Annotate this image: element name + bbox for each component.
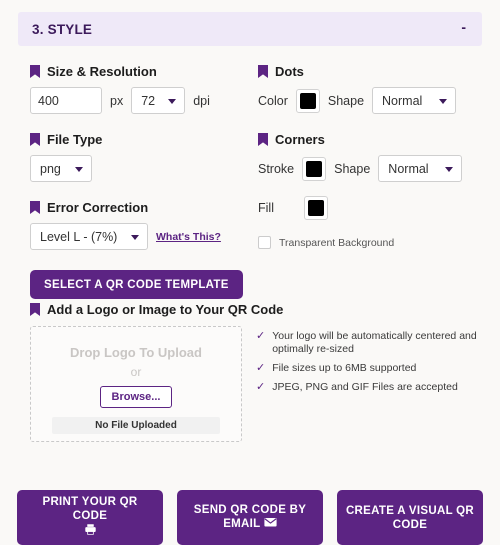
corners-fill-controls: Fill bbox=[258, 196, 488, 220]
chevron-down-icon bbox=[75, 166, 83, 172]
color-chip bbox=[299, 92, 316, 109]
check-icon: ✓ bbox=[256, 362, 266, 374]
dots-shape-select-value: Normal bbox=[382, 93, 423, 108]
dots-controls: Color Shape Normal bbox=[258, 87, 488, 114]
bookmark-icon bbox=[30, 201, 40, 214]
list-item: ✓ Your logo will be automatically center… bbox=[256, 330, 494, 356]
envelope-icon bbox=[264, 517, 277, 531]
no-file-uploaded-status: No File Uploaded bbox=[52, 417, 220, 434]
dots-color-label: Color bbox=[258, 93, 288, 108]
feature-text: JPEG, PNG and GIF Files are accepted bbox=[272, 381, 458, 393]
bookmark-icon bbox=[258, 65, 268, 78]
error-correction-select-value: Level L - (7%) bbox=[40, 229, 118, 244]
send-qr-code-email-label: SEND QR CODE BY EMAIL bbox=[185, 503, 315, 531]
feature-text: File sizes up to 6MB supported bbox=[272, 362, 417, 374]
corners-fill-label: Fill bbox=[258, 201, 274, 215]
create-visual-qr-code-button[interactable]: CREATE A VISUAL QR CODE bbox=[337, 490, 483, 545]
transparent-background-checkbox[interactable] bbox=[258, 236, 271, 249]
send-qr-code-email-button[interactable]: SEND QR CODE BY EMAIL bbox=[177, 490, 323, 545]
style-section-header[interactable]: 3. STYLE - bbox=[18, 12, 482, 46]
dpi-select-value: 72 bbox=[141, 93, 156, 108]
bookmark-icon bbox=[30, 65, 40, 78]
corners-label: Corners bbox=[275, 132, 325, 147]
corners-stroke-swatch[interactable] bbox=[302, 156, 327, 181]
bookmark-icon bbox=[258, 133, 268, 146]
chevron-down-icon bbox=[439, 98, 448, 104]
unit-px-label: px bbox=[110, 93, 124, 108]
color-chip bbox=[308, 200, 324, 216]
left-column: Size & Resolution px 72 dpi File Type pn… bbox=[30, 64, 250, 299]
feature-text: Your logo will be automatically centered… bbox=[272, 330, 477, 355]
logo-dropzone[interactable]: Drop Logo To Upload or Browse... No File… bbox=[30, 326, 242, 442]
transparent-background-label: Transparent Background bbox=[279, 236, 395, 249]
corners-stroke-controls: Stroke Shape Normal bbox=[258, 155, 488, 182]
file-type-heading: File Type bbox=[30, 132, 250, 147]
dpi-select[interactable]: 72 bbox=[131, 87, 186, 114]
error-correction-controls: Level L - (7%) What's This? bbox=[30, 223, 250, 250]
error-correction-select[interactable]: Level L - (7%) bbox=[30, 223, 148, 250]
corners-stroke-label: Stroke bbox=[258, 161, 295, 176]
footer-actions: PRINT YOUR QR CODE SEND QR CODE BY EMAIL… bbox=[0, 490, 500, 545]
printer-icon bbox=[84, 523, 97, 540]
right-column: Dots Color Shape Normal Corners Stroke S… bbox=[258, 64, 488, 249]
add-logo-heading: Add a Logo or Image to Your QR Code bbox=[30, 302, 283, 317]
file-type-label: File Type bbox=[47, 132, 103, 147]
print-qr-code-label: PRINT YOUR QR CODE bbox=[42, 496, 138, 522]
color-chip bbox=[306, 160, 323, 177]
select-qr-template-button[interactable]: SELECT A QR CODE TEMPLATE bbox=[30, 270, 243, 299]
print-qr-code-button[interactable]: PRINT YOUR QR CODE bbox=[17, 490, 163, 545]
browse-button[interactable]: Browse... bbox=[99, 386, 173, 408]
whats-this-link[interactable]: What's This? bbox=[156, 231, 221, 243]
file-type-select[interactable]: png bbox=[30, 155, 92, 182]
size-resolution-controls: px 72 dpi bbox=[30, 87, 250, 114]
corners-shape-select-value: Normal bbox=[388, 161, 429, 176]
size-resolution-heading: Size & Resolution bbox=[30, 64, 250, 79]
chevron-down-icon bbox=[445, 166, 454, 172]
logo-feature-list: ✓ Your logo will be automatically center… bbox=[256, 330, 494, 400]
error-correction-label: Error Correction bbox=[47, 200, 149, 215]
page-title: 3. STYLE bbox=[32, 21, 93, 37]
dots-heading: Dots bbox=[258, 64, 488, 79]
bookmark-icon bbox=[30, 133, 40, 146]
dots-shape-label: Shape bbox=[327, 93, 365, 108]
transparent-background-row[interactable]: Transparent Background bbox=[258, 236, 488, 249]
collapse-toggle-icon[interactable]: - bbox=[459, 20, 468, 38]
size-resolution-label: Size & Resolution bbox=[47, 64, 157, 79]
send-email-text: SEND QR CODE BY EMAIL bbox=[193, 504, 307, 531]
check-icon: ✓ bbox=[256, 330, 266, 342]
list-item: ✓ JPEG, PNG and GIF Files are accepted bbox=[256, 381, 494, 394]
drop-logo-text: Drop Logo To Upload bbox=[70, 345, 202, 360]
corners-fill-swatch[interactable] bbox=[304, 196, 328, 220]
add-logo-label: Add a Logo or Image to Your QR Code bbox=[47, 302, 284, 317]
corners-shape-select[interactable]: Normal bbox=[378, 155, 463, 182]
file-type-controls: png bbox=[30, 155, 250, 182]
chevron-down-icon bbox=[168, 98, 177, 104]
check-icon: ✓ bbox=[256, 381, 266, 393]
size-input[interactable] bbox=[30, 87, 102, 114]
error-correction-heading: Error Correction bbox=[30, 200, 250, 215]
corners-shape-label: Shape bbox=[334, 161, 371, 176]
unit-dpi-label: dpi bbox=[193, 93, 210, 108]
dots-shape-select[interactable]: Normal bbox=[372, 87, 457, 114]
file-type-select-value: png bbox=[40, 161, 61, 176]
list-item: ✓ File sizes up to 6MB supported bbox=[256, 362, 494, 375]
drop-or-text: or bbox=[130, 365, 142, 379]
corners-heading: Corners bbox=[258, 132, 488, 147]
chevron-down-icon bbox=[131, 234, 139, 240]
bookmark-icon bbox=[30, 303, 40, 316]
dots-label: Dots bbox=[275, 64, 304, 79]
dots-color-swatch[interactable] bbox=[295, 88, 320, 113]
